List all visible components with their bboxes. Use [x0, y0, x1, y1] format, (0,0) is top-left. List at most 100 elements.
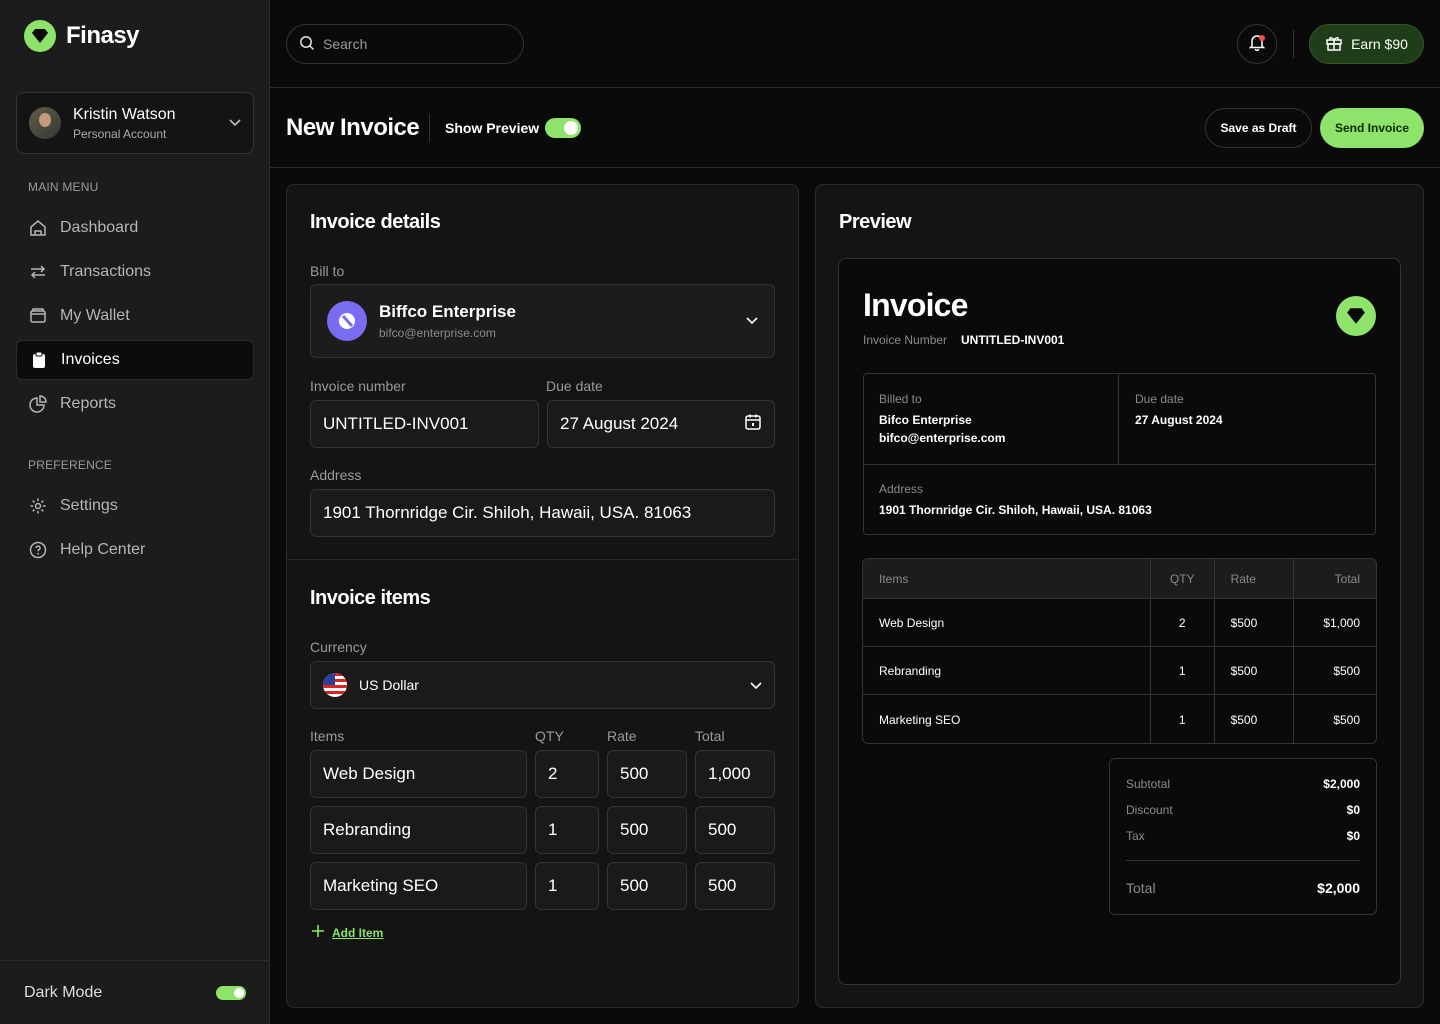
wallet-icon — [28, 306, 48, 326]
show-preview-label: Show Preview — [445, 120, 540, 136]
invoice-details-title: Invoice details — [310, 211, 441, 233]
subtotal-label: Subtotal — [1126, 777, 1171, 791]
invoice-info-box: Billed to Bifco Enterprise bifco@enterpr… — [863, 373, 1376, 535]
total-row: Total $2,000 — [1126, 880, 1360, 896]
total-value: $2,000 — [1317, 880, 1360, 896]
invoice-number-label: Invoice number — [310, 378, 406, 394]
dark-mode-label: Dark Mode — [24, 983, 103, 1001]
due-date-input[interactable]: 27 August 2024 — [547, 400, 775, 448]
avatar — [29, 107, 61, 139]
currency-label: Currency — [310, 639, 367, 655]
invoice-number-input[interactable]: UNTITLED-INV001 — [310, 400, 539, 448]
preview-panel: Preview Invoice Invoice Number UNTITLED-… — [815, 184, 1424, 1008]
tax-value: $0 — [1346, 829, 1360, 843]
earn-button[interactable]: Earn $90 — [1309, 24, 1424, 64]
preview-title: Preview — [839, 211, 912, 233]
address-value: 1901 Thornridge Cir. Shiloh, Hawaii, USA… — [879, 503, 1152, 517]
discount-value: $0 — [1346, 803, 1360, 817]
sidebar-item-dashboard[interactable]: Dashboard — [16, 208, 254, 248]
sidebar-item-label: My Wallet — [60, 307, 130, 324]
subtotal-row: Subtotal $2,000 — [1126, 777, 1360, 791]
address-input[interactable]: 1901 Thornridge Cir. Shiloh, Hawaii, USA… — [310, 489, 775, 537]
item-total-input[interactable]: 500 — [695, 862, 775, 910]
currency-select[interactable]: US Dollar — [310, 661, 775, 709]
account-name: Kristin Watson — [73, 105, 176, 123]
table-row: Marketing SEO 1 $500 $500 — [863, 695, 1376, 743]
calendar-icon[interactable] — [744, 413, 762, 436]
total-label: Total — [1126, 880, 1156, 896]
search-input[interactable]: Search — [286, 24, 524, 64]
sidebar-item-label: Dashboard — [60, 219, 139, 236]
item-qty-input[interactable]: 1 — [535, 862, 599, 910]
item-name-input[interactable]: Web Design — [310, 750, 527, 798]
clipboard-icon — [29, 350, 49, 370]
item-rate-input[interactable]: 500 — [607, 806, 687, 854]
item-name-input[interactable]: Marketing SEO — [310, 862, 527, 910]
invoice-heading: Invoice — [863, 287, 968, 323]
sidebar-item-invoices[interactable]: Invoices — [16, 340, 254, 380]
brand-name: Finasy — [66, 22, 140, 49]
invoice-number-label: Invoice Number — [863, 333, 948, 347]
cell-qty: 1 — [1151, 695, 1215, 743]
help-icon — [28, 540, 48, 560]
notification-button[interactable] — [1237, 24, 1277, 64]
tax-label: Tax — [1126, 829, 1145, 843]
divider — [429, 114, 430, 142]
due-date-value: 27 August 2024 — [1135, 413, 1223, 427]
show-preview-toggle[interactable] — [545, 118, 581, 138]
home-icon — [28, 218, 48, 238]
top-bar: Search Earn $90 — [270, 0, 1440, 88]
sidebar-item-help[interactable]: Help Center — [16, 530, 254, 570]
add-item-button[interactable]: Add Item — [312, 925, 383, 940]
item-rate-input[interactable]: 500 — [607, 862, 687, 910]
cell-total: $500 — [1333, 663, 1361, 678]
totals-summary: Subtotal $2,000 Discount $0 Tax $0 Total… — [1109, 758, 1377, 915]
item-rate-input[interactable]: 500 — [607, 750, 687, 798]
cell-total: $1,000 — [1323, 615, 1361, 630]
bill-to-email: bifco@enterprise.com — [379, 326, 496, 340]
save-draft-button[interactable]: Save as Draft — [1205, 108, 1312, 148]
divider — [864, 464, 1375, 465]
search-icon — [299, 35, 315, 54]
bill-to-name: Biffco Enterprise — [379, 302, 516, 321]
sidebar: Finasy Kristin Watson Personal Account M… — [0, 0, 270, 1024]
cell-total: $500 — [1333, 713, 1361, 727]
discount-row: Discount $0 — [1126, 803, 1360, 817]
item-qty-input[interactable]: 1 — [535, 806, 599, 854]
sidebar-item-label: Reports — [60, 395, 117, 412]
sidebar-item-wallet[interactable]: My Wallet — [16, 296, 254, 336]
sidebar-item-reports[interactable]: Reports — [16, 384, 254, 424]
tax-row: Tax $0 — [1126, 829, 1360, 843]
send-invoice-button[interactable]: Send Invoice — [1320, 108, 1424, 148]
sidebar-item-transactions[interactable]: Transactions — [16, 252, 254, 292]
items-table: Items QTY Rate Total Web Design 2 $500 $… — [862, 558, 1377, 744]
rate-column-label: Rate — [607, 728, 637, 744]
table-row: Web Design 2 $500 $1,000 — [863, 599, 1376, 647]
cell-qty: 2 — [1151, 599, 1215, 646]
col-items-header: Items — [863, 559, 1151, 598]
sidebar-item-label: Transactions — [60, 263, 151, 280]
arrows-icon — [28, 262, 48, 282]
invoice-preview-card: Invoice Invoice Number UNTITLED-INV001 B… — [838, 258, 1401, 985]
account-switcher[interactable]: Kristin Watson Personal Account — [16, 92, 254, 154]
account-type: Personal Account — [73, 126, 167, 141]
item-name-input[interactable]: Rebranding — [310, 806, 527, 854]
item-total-input[interactable]: 500 — [695, 806, 775, 854]
us-flag-icon — [323, 673, 347, 697]
item-qty-input[interactable]: 2 — [535, 750, 599, 798]
sidebar-item-label: Invoices — [61, 351, 120, 368]
page-title: New Invoice — [286, 114, 420, 141]
logo[interactable]: Finasy — [24, 20, 140, 52]
notification-dot — [1259, 35, 1265, 41]
cell-qty: 1 — [1151, 647, 1215, 694]
bill-to-select[interactable]: Biffco Enterprise bifco@enterprise.com — [310, 284, 775, 358]
due-date-label: Due date — [546, 378, 603, 394]
invoice-number-value: UNTITLED-INV001 — [961, 333, 1065, 347]
sidebar-item-settings[interactable]: Settings — [16, 486, 254, 526]
chevron-down-icon — [746, 312, 758, 330]
dark-mode-toggle[interactable] — [216, 985, 246, 1000]
item-total-input[interactable]: 1,000 — [695, 750, 775, 798]
earn-label: Earn $90 — [1351, 36, 1408, 52]
currency-value: US Dollar — [359, 677, 419, 693]
divider — [1118, 374, 1119, 464]
